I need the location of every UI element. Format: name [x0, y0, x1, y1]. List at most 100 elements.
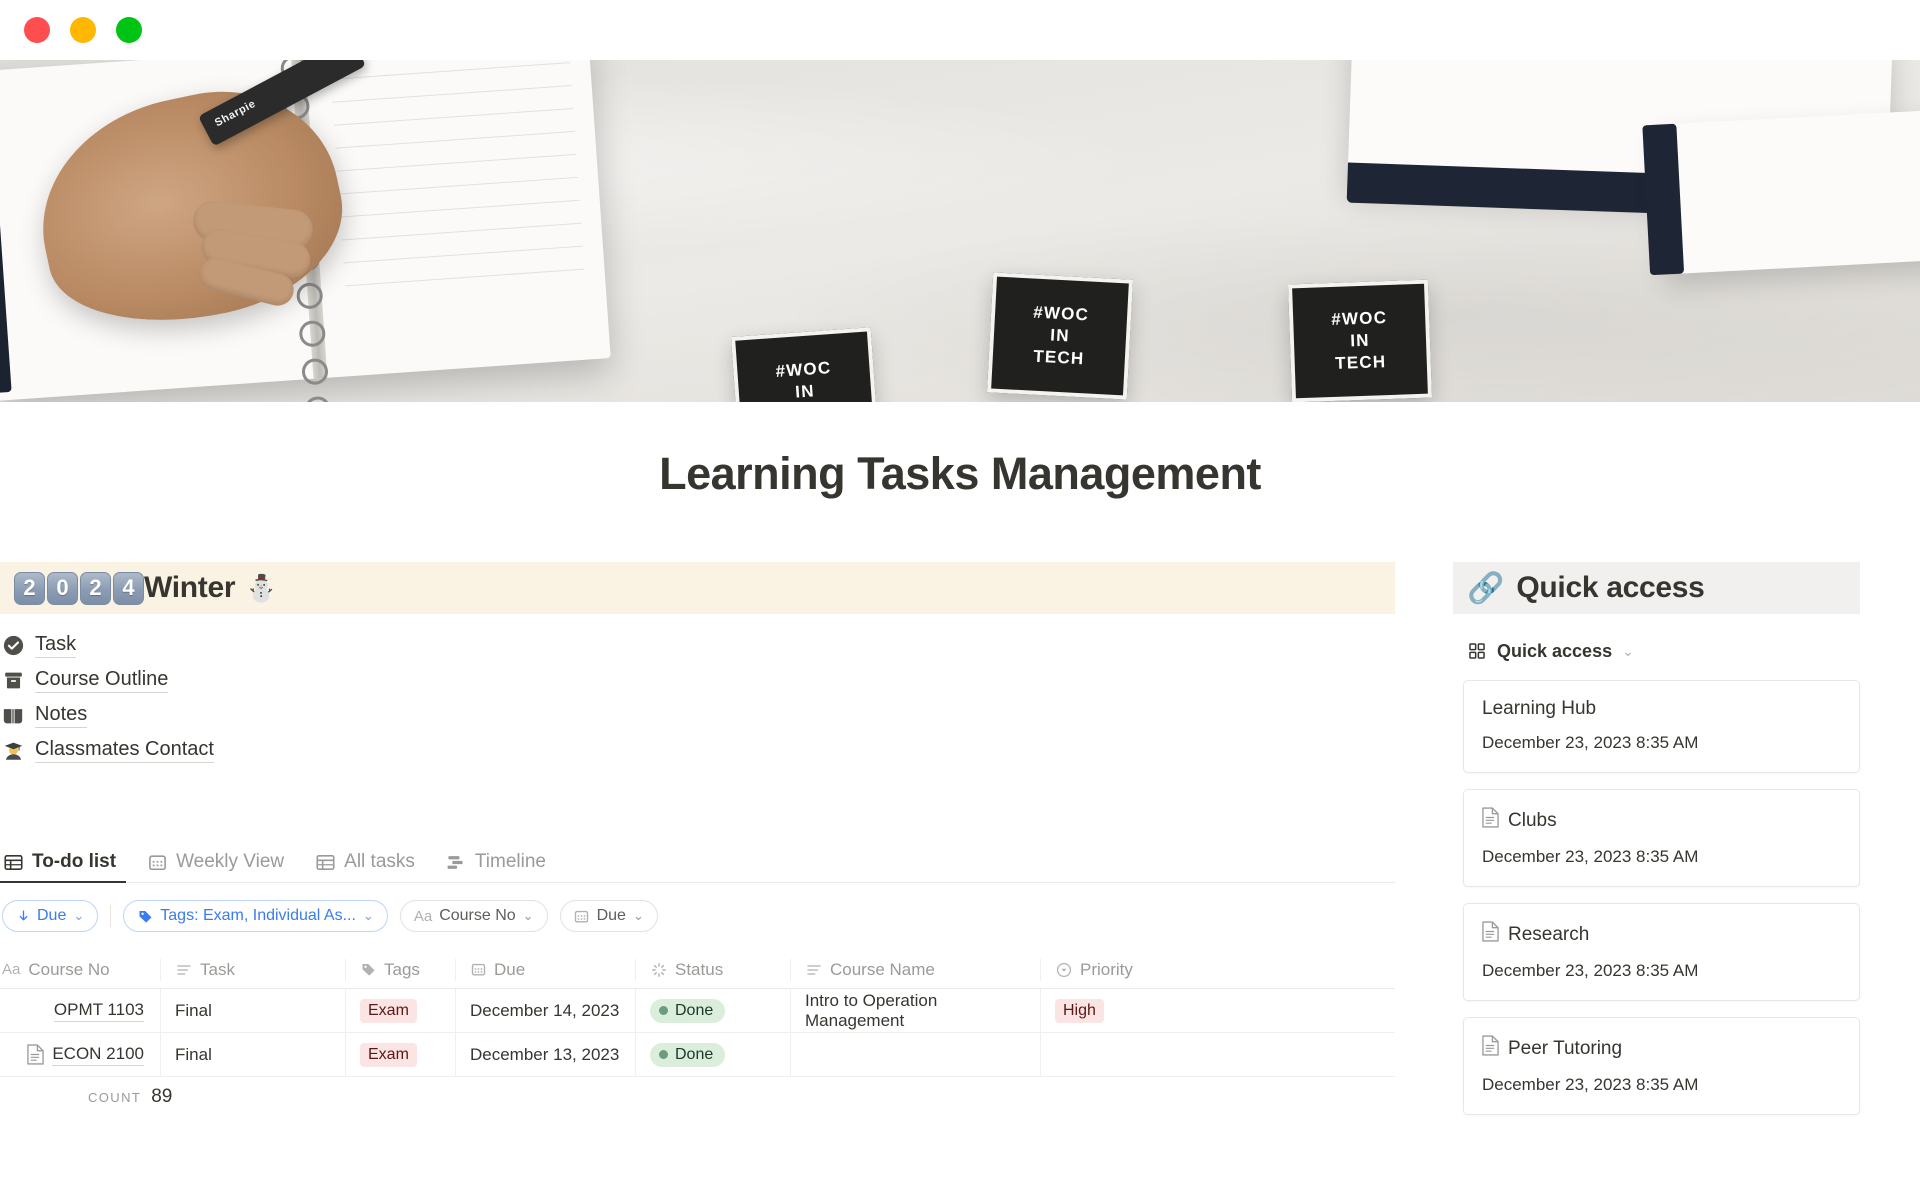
check-circle-icon — [2, 635, 24, 657]
table-row[interactable]: OPMT 1103 Final Exam December 14, 2023 D… — [0, 989, 1395, 1033]
close-window-button[interactable] — [24, 17, 50, 43]
cell-due[interactable]: December 13, 2023 — [455, 1033, 635, 1076]
cell-task[interactable]: Final — [160, 989, 345, 1032]
table-count-footer[interactable]: COUNT 89 — [0, 1077, 1395, 1117]
link-label: Course Outline — [35, 668, 169, 693]
column-header-course-no[interactable]: Aa Course No — [0, 960, 160, 980]
status-label: Done — [675, 1045, 714, 1063]
column-header-priority[interactable]: Priority — [1040, 958, 1200, 981]
tab-timeline[interactable]: Timeline — [445, 851, 546, 882]
link-label: Notes — [35, 703, 88, 728]
semester-callout: 2 0 2 4 Winter ⛄ — [0, 562, 1395, 614]
filter-chip-tags[interactable]: Tags: Exam, Individual As... ⌄ — [123, 900, 388, 932]
notebook-lines — [330, 62, 586, 308]
arrow-down-icon — [16, 909, 30, 923]
notebook-cover — [0, 78, 12, 396]
calendar-icon — [574, 908, 590, 924]
sticker-woc-in-tech-2: #WOC IN TECH — [986, 272, 1134, 400]
open-book-icon — [2, 705, 24, 727]
section-label: Quick access — [1497, 640, 1613, 661]
cell-status[interactable]: Done — [635, 989, 790, 1032]
quick-access-title: Quick access — [1516, 571, 1705, 604]
graduate-icon — [2, 740, 24, 762]
cell-tags[interactable]: Exam — [345, 989, 455, 1032]
select-circle-icon — [1055, 959, 1072, 981]
cell-course-no[interactable]: OPMT 1103 — [0, 989, 160, 1032]
table-row[interactable]: ECON 2100 Final Exam December 13, 2023 D… — [0, 1033, 1395, 1077]
status-badge: Done — [650, 1042, 726, 1067]
cell-course-name[interactable] — [790, 1033, 1040, 1076]
course-no-link[interactable]: OPMT 1103 — [53, 1000, 144, 1022]
window-titlebar — [0, 0, 1920, 60]
filter-chip-due[interactable]: Due ⌄ — [559, 900, 658, 932]
year-keycaps: 2 0 2 4 — [14, 571, 144, 605]
table-header-row: Aa Course No Task Tags Due Status Course… — [0, 951, 1395, 989]
column-header-status[interactable]: Status — [635, 958, 790, 981]
status-dot-icon — [659, 1006, 668, 1015]
season-label: Winter — [144, 571, 236, 604]
sticker-woc-in-tech-3: #WOC IN TECH — [1287, 279, 1433, 402]
minimize-window-button[interactable] — [70, 17, 96, 43]
status-spinner-icon — [650, 959, 667, 981]
sticker-woc-in-tech-1: #WOCINTECH — [730, 327, 880, 402]
card-date: December 23, 2023 8:35 AM — [1482, 847, 1699, 866]
cell-task[interactable]: Final — [160, 1033, 345, 1076]
text-aa-icon: Aa — [413, 907, 433, 925]
window-traffic-lights — [24, 17, 142, 43]
quick-access-card[interactable]: Peer Tutoring December 23, 2023 8:35 AM — [1463, 1017, 1860, 1115]
link-notes[interactable]: Notes — [2, 698, 1395, 733]
chip-label: Tags: Exam, Individual As... — [160, 907, 356, 924]
cell-course-name[interactable]: Intro to Operation Management — [790, 989, 1040, 1032]
cell-due[interactable]: December 14, 2023 — [455, 989, 635, 1032]
card-title: Research — [1508, 923, 1590, 945]
cell-priority[interactable]: High — [1040, 989, 1200, 1032]
cell-course-no[interactable]: ECON 2100 — [0, 1033, 160, 1076]
column-header-course-name[interactable]: Course Name — [790, 958, 1040, 981]
chevron-down-icon: ⌄ — [73, 908, 85, 923]
column-label: Tags — [384, 959, 420, 979]
tab-weekly-view[interactable]: Weekly View — [146, 851, 284, 882]
tag-badge: Exam — [360, 998, 417, 1023]
cell-tags[interactable]: Exam — [345, 1033, 455, 1076]
view-tabs: To-do list Weekly View All tasks Timelin… — [0, 841, 1395, 883]
tag-badge: Exam — [360, 1042, 417, 1067]
link-label: Classmates Contact — [35, 738, 214, 763]
column-header-due[interactable]: Due — [455, 958, 635, 981]
cell-priority[interactable] — [1040, 1033, 1200, 1076]
filter-chip-course-no[interactable]: Aa Course No ⌄ — [399, 900, 548, 932]
tag-icon — [137, 908, 153, 924]
status-label: Done — [675, 1001, 714, 1019]
calendar-icon — [470, 959, 486, 981]
column-label: Task — [200, 959, 235, 979]
quick-access-section-toggle[interactable]: Quick access ⌄ — [1467, 640, 1860, 662]
sort-chip-due[interactable]: Due ⌄ — [2, 900, 99, 932]
quick-access-banner: 🔗 Quick access — [1453, 562, 1860, 614]
quick-access-card[interactable]: Learning Hub December 23, 2023 8:35 AM — [1463, 680, 1860, 773]
quick-access-column: 🔗 Quick access Quick access ⌄ Learning H… — [1395, 562, 1860, 1131]
quick-links-list: Task Course Outline Notes Classmates Con… — [0, 622, 1395, 768]
card-title: Clubs — [1508, 809, 1557, 831]
card-date: December 23, 2023 8:35 AM — [1482, 1075, 1699, 1094]
year-digit-3: 2 — [80, 571, 111, 605]
link-course-outline[interactable]: Course Outline — [2, 663, 1395, 698]
card-title: Learning Hub — [1482, 698, 1597, 719]
year-digit-2: 0 — [47, 571, 78, 605]
tab-todo-list[interactable]: To-do list — [0, 851, 127, 883]
quick-access-card[interactable]: Clubs December 23, 2023 8:35 AM — [1463, 789, 1860, 887]
document-icon — [1482, 1035, 1499, 1062]
column-header-task[interactable]: Task — [160, 958, 345, 981]
cell-status[interactable]: Done — [635, 1033, 790, 1076]
quick-access-card[interactable]: Research December 23, 2023 8:35 AM — [1463, 903, 1860, 1001]
link-classmates-contact[interactable]: Classmates Contact — [2, 733, 1395, 768]
document-icon — [1482, 807, 1499, 834]
chevron-down-icon[interactable]: ⌄ — [1622, 643, 1634, 660]
column-header-tags[interactable]: Tags — [345, 958, 455, 981]
cover-image: know, be more visibleto the people Sharp… — [0, 60, 1920, 402]
maximize-window-button[interactable] — [116, 17, 142, 43]
link-task[interactable]: Task — [2, 628, 1395, 663]
page-body: 2 0 2 4 Winter ⛄ Task Course Outline Not… — [0, 562, 1920, 1131]
course-no-link[interactable]: ECON 2100 — [52, 1044, 144, 1066]
tab-all-tasks[interactable]: All tasks — [314, 851, 415, 882]
year-digit-4: 4 — [113, 571, 144, 605]
calendar-icon — [146, 851, 168, 873]
